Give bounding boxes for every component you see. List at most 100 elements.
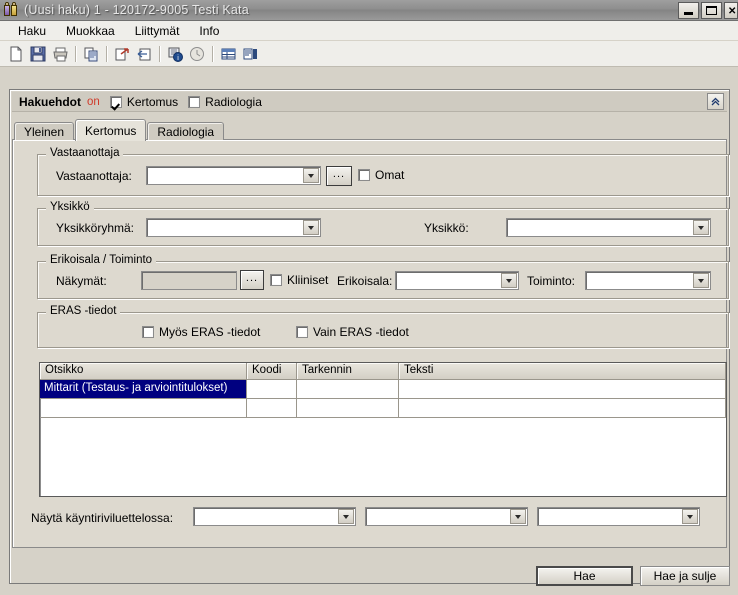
grid-cell-teksti[interactable] <box>399 380 726 398</box>
export-icon[interactable] <box>111 43 133 65</box>
tab-radiologia[interactable]: Radiologia <box>147 122 225 140</box>
label-toiminto: Toiminto: <box>527 274 576 288</box>
grid-cell-koodi[interactable] <box>247 399 297 417</box>
table-row[interactable]: Mittarit (Testaus- ja arviointitulokset) <box>40 380 726 399</box>
yksikkoryhma-combo[interactable] <box>146 218 321 237</box>
grid-cell-otsikko[interactable] <box>40 399 247 417</box>
chevron-down-icon[interactable] <box>510 509 526 524</box>
group-vastaanottaja-title: Vastaanottaja <box>46 147 124 159</box>
group-yksikko: Yksikkö Yksikköryhmä: Yksikkö: <box>37 201 729 246</box>
visit-list-combo-3[interactable] <box>537 507 700 526</box>
panel-title: Hakuehdot <box>19 94 82 109</box>
vastaanottaja-browse-button[interactable]: ... <box>326 166 352 186</box>
maximize-button[interactable] <box>701 2 722 19</box>
checkbox-myos-eras-label: Myös ERAS -tiedot <box>159 325 261 339</box>
checkbox-vain-eras[interactable]: Vain ERAS -tiedot <box>296 325 409 339</box>
table-view-icon[interactable] <box>217 43 239 65</box>
menu-item-info[interactable]: Info <box>189 22 229 40</box>
label-nakymat: Näkymät: <box>56 274 107 288</box>
group-vastaanottaja: Vastaanottaja Vastaanottaja: ... Omat <box>37 147 729 196</box>
chevron-down-icon[interactable] <box>693 220 709 235</box>
checkbox-omat[interactable]: Omat <box>358 168 404 182</box>
checkbox-kliiniset[interactable]: Kliiniset <box>270 273 328 287</box>
yksikko-combo[interactable] <box>506 218 711 237</box>
label-nayta-kayntiriviluettelossa: Näytä käyntiriviluettelossa: <box>31 511 174 525</box>
hae-ja-sulje-button[interactable]: Hae ja sulje <box>640 566 730 586</box>
checkbox-kliiniset-label: Kliiniset <box>287 273 329 287</box>
close-button[interactable]: ✕ <box>724 2 738 19</box>
chevron-down-icon[interactable] <box>338 509 354 524</box>
checkbox-omat-box[interactable] <box>358 169 370 181</box>
toolbar-separator <box>75 45 76 62</box>
history-clock-icon[interactable] <box>186 43 208 65</box>
toolbar-separator <box>159 45 160 62</box>
chevron-down-icon[interactable] <box>303 168 319 183</box>
erikoisala-combo[interactable] <box>395 271 519 290</box>
menu-item-muokkaa[interactable]: Muokkaa <box>56 22 125 40</box>
checkbox-kertomus[interactable]: Kertomus <box>109 95 178 109</box>
checkbox-vain-eras-box[interactable] <box>296 326 308 338</box>
menu-item-haku[interactable]: Haku <box>8 22 56 40</box>
tab-panel-kertomus: Vastaanottaja Vastaanottaja: ... Omat Yk… <box>12 139 729 548</box>
grid-column-otsikko[interactable]: Otsikko <box>40 363 247 379</box>
report-icon[interactable] <box>239 43 261 65</box>
checkbox-kliiniset-box[interactable] <box>270 274 282 286</box>
toolbar-separator <box>212 45 213 62</box>
chevron-double-up-icon <box>711 97 720 106</box>
chevron-down-icon[interactable] <box>303 220 319 235</box>
copy-icon[interactable] <box>80 43 102 65</box>
collapse-panel-button[interactable] <box>707 93 724 110</box>
minimize-button[interactable] <box>678 2 699 19</box>
grid-column-koodi[interactable]: Koodi <box>247 363 297 379</box>
checkbox-radiologia[interactable]: Radiologia <box>188 95 262 109</box>
info-icon[interactable]: i <box>164 43 186 65</box>
print-icon[interactable] <box>49 43 71 65</box>
toiminto-combo[interactable] <box>585 271 711 290</box>
visit-list-combo-1[interactable] <box>193 507 356 526</box>
nakymat-field[interactable] <box>141 271 237 290</box>
checkbox-kertomus-box[interactable] <box>109 95 122 108</box>
chevron-down-icon[interactable] <box>501 273 517 288</box>
checkbox-omat-label: Omat <box>375 168 405 182</box>
group-eras: ERAS -tiedot Myös ERAS -tiedot Vain ERAS… <box>37 305 729 348</box>
grid-column-teksti[interactable]: Teksti <box>399 363 726 379</box>
new-document-icon[interactable] <box>5 43 27 65</box>
grid-cell-tarkennin[interactable] <box>297 399 399 417</box>
hae-button[interactable]: Hae <box>536 566 633 586</box>
minimize-icon <box>684 12 693 15</box>
vastaanottaja-combo[interactable] <box>146 166 321 185</box>
results-grid[interactable]: Otsikko Koodi Tarkennin Teksti Mittarit … <box>39 362 727 497</box>
tab-strip: Yleinen Kertomus Radiologia <box>14 118 225 141</box>
grid-cell-teksti[interactable] <box>399 399 726 417</box>
label-yksikko: Yksikkö: <box>424 221 469 235</box>
group-erikoisala-title: Erikoisala / Toiminto <box>46 254 157 266</box>
table-row[interactable] <box>40 399 726 418</box>
save-icon[interactable] <box>27 43 49 65</box>
toolbar: i <box>0 41 738 67</box>
nakymat-browse-button[interactable]: ... <box>240 270 264 290</box>
grid-column-tarkennin[interactable]: Tarkennin <box>297 363 399 379</box>
window-title: (Uusi haku) 1 - 120172-9005 Testi Kata <box>24 3 249 17</box>
people-icon <box>3 2 19 18</box>
checkbox-vain-eras-label: Vain ERAS -tiedot <box>313 325 409 339</box>
tab-yleinen[interactable]: Yleinen <box>14 122 75 140</box>
grid-cell-koodi[interactable] <box>247 380 297 398</box>
grid-cell-otsikko[interactable]: Mittarit (Testaus- ja arviointitulokset) <box>40 380 247 398</box>
grid-cell-tarkennin[interactable] <box>297 380 399 398</box>
close-icon: ✕ <box>728 6 737 17</box>
group-eras-title: ERAS -tiedot <box>46 305 121 317</box>
visit-list-combo-2[interactable] <box>365 507 528 526</box>
checkbox-myos-eras[interactable]: Myös ERAS -tiedot <box>142 325 260 339</box>
label-erikoisala: Erikoisala: <box>337 274 393 288</box>
tab-kertomus[interactable]: Kertomus <box>75 119 147 141</box>
chevron-down-icon[interactable] <box>693 273 709 288</box>
group-yksikko-title: Yksikkö <box>46 201 94 213</box>
menu-bar: Haku Muokkaa Liittymät Info <box>0 21 738 41</box>
label-vastaanottaja: Vastaanottaja: <box>56 169 132 183</box>
checkbox-myos-eras-box[interactable] <box>142 326 154 338</box>
import-icon[interactable] <box>133 43 155 65</box>
window-controls: ✕ <box>678 2 738 19</box>
menu-item-liittymat[interactable]: Liittymät <box>125 22 190 40</box>
chevron-down-icon[interactable] <box>682 509 698 524</box>
checkbox-radiologia-box[interactable] <box>188 95 201 108</box>
